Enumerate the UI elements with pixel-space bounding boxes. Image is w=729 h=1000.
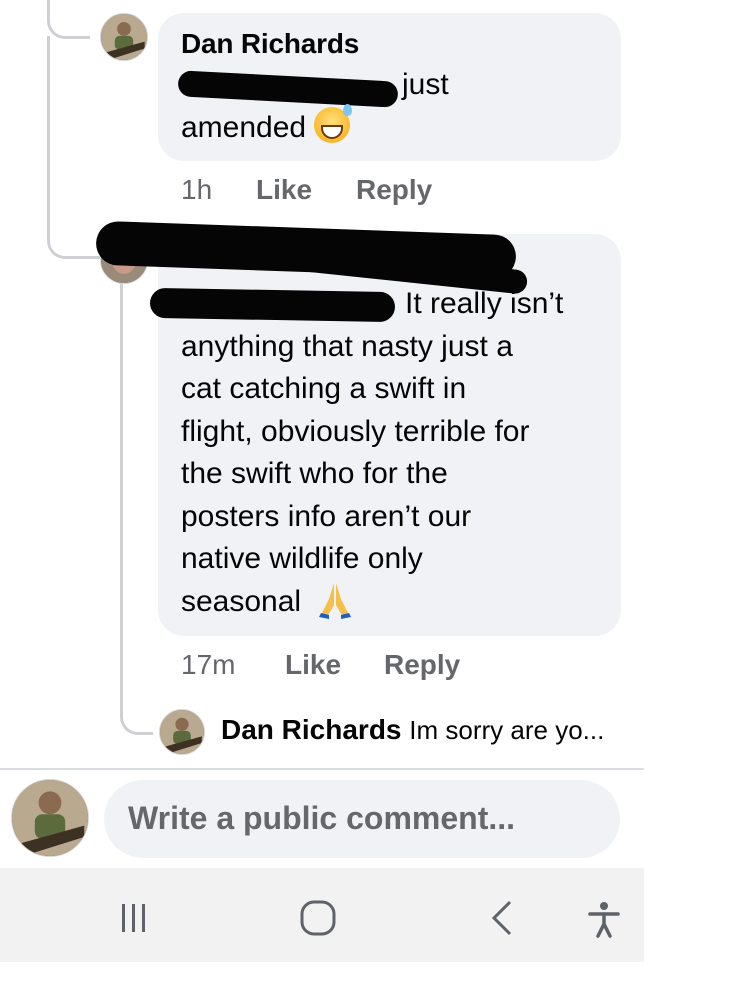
comment-input-placeholder: Write a public comment... bbox=[128, 800, 516, 836]
comment-text-line2: amended bbox=[181, 104, 353, 150]
grinning-sweat-emoji bbox=[314, 104, 353, 143]
comment-meta: 17m bbox=[181, 649, 235, 681]
comment-author[interactable]: Dan Richards bbox=[181, 28, 359, 60]
reply-preview[interactable]: Dan Richards Im sorry are yo... bbox=[221, 714, 604, 746]
back-icon[interactable] bbox=[486, 898, 522, 938]
reply-preview-text: Im sorry are yo... bbox=[409, 715, 605, 745]
comment-text: just bbox=[402, 68, 449, 101]
home-icon[interactable] bbox=[298, 898, 338, 938]
system-navigation-bar bbox=[0, 868, 644, 962]
reply-preview-author[interactable]: Dan Richards bbox=[221, 714, 402, 745]
avatar[interactable] bbox=[159, 709, 205, 755]
accessibility-icon[interactable] bbox=[586, 900, 622, 940]
thread-connector-main bbox=[47, 36, 100, 259]
like-button[interactable]: Like bbox=[256, 174, 312, 205]
recent-apps-icon[interactable] bbox=[116, 900, 152, 936]
comment-input[interactable]: Write a public comment... bbox=[104, 780, 620, 858]
thread-connector-reply bbox=[120, 278, 153, 735]
profile-photo-icon bbox=[101, 14, 147, 60]
comment-meta: 1h bbox=[181, 174, 212, 206]
avatar[interactable] bbox=[100, 13, 148, 61]
profile-photo-icon bbox=[160, 710, 204, 754]
thread-connector-top bbox=[47, 0, 90, 39]
folded-hands-emoji bbox=[319, 582, 352, 619]
comment-timestamp: 1h bbox=[181, 174, 213, 205]
profile-photo-icon bbox=[12, 780, 88, 856]
like-button[interactable]: Like bbox=[285, 649, 341, 680]
comment-text: It really isn’t anything that nasty just… bbox=[181, 287, 564, 619]
composer-avatar bbox=[11, 779, 89, 857]
reply-button[interactable]: Reply bbox=[356, 174, 432, 205]
reply-button[interactable]: Reply bbox=[384, 649, 460, 680]
composer-divider bbox=[0, 768, 644, 770]
comment-timestamp: 17m bbox=[181, 649, 236, 680]
